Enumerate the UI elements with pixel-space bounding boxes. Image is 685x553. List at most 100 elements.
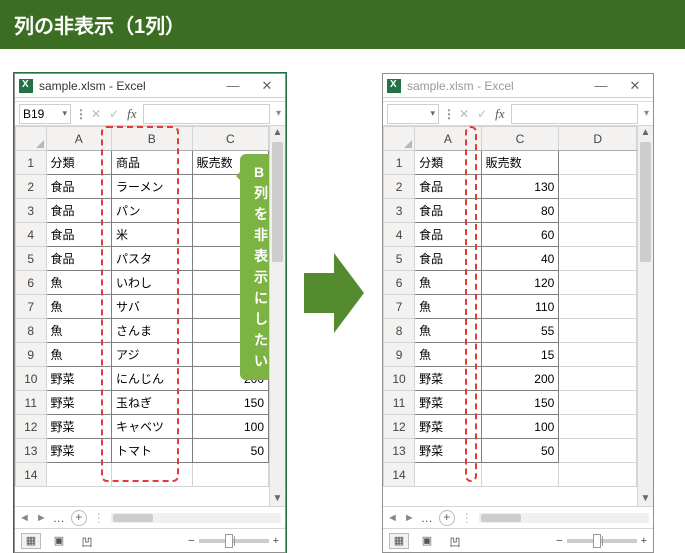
row-header[interactable]: 14	[384, 463, 415, 487]
row-header[interactable]: 14	[16, 463, 47, 487]
cell[interactable]: 110	[481, 295, 559, 319]
cell[interactable]: 野菜	[415, 367, 482, 391]
cell[interactable]: 食品	[415, 223, 482, 247]
row-header[interactable]: 11	[16, 391, 47, 415]
row-header[interactable]: 1	[384, 151, 415, 175]
row-header[interactable]: 8	[384, 319, 415, 343]
cell[interactable]: 玉ねぎ	[111, 391, 192, 415]
cell[interactable]: 150	[192, 391, 268, 415]
tab-nav-next-icon[interactable]: ►	[36, 512, 47, 524]
minimize-button[interactable]: —	[587, 78, 615, 93]
cell[interactable]	[559, 343, 637, 367]
row-header[interactable]: 12	[16, 415, 47, 439]
cell[interactable]: 魚	[46, 271, 111, 295]
name-box[interactable]: B19 ▾	[19, 104, 71, 124]
sheet-tabs-more[interactable]: …	[53, 511, 65, 525]
cell[interactable]: サバ	[111, 295, 192, 319]
scroll-thumb[interactable]	[272, 142, 283, 262]
scroll-up-icon[interactable]: ▲	[270, 126, 285, 140]
column-header[interactable]: A	[46, 127, 111, 151]
row-header[interactable]: 7	[384, 295, 415, 319]
horizontal-scrollbar[interactable]	[479, 513, 649, 523]
cell[interactable]: 80	[481, 199, 559, 223]
cell[interactable]: 魚	[46, 343, 111, 367]
cell[interactable]	[111, 463, 192, 487]
cancel-icon[interactable]: ✕	[89, 107, 103, 121]
scroll-down-icon[interactable]: ▼	[638, 492, 653, 506]
cell[interactable]: 120	[481, 271, 559, 295]
close-button[interactable]: ✕	[621, 78, 649, 94]
row-header[interactable]: 9	[384, 343, 415, 367]
row-header[interactable]: 13	[16, 439, 47, 463]
row-header[interactable]: 3	[16, 199, 47, 223]
cell[interactable]	[559, 199, 637, 223]
formula-expand-icon[interactable]: ▾	[642, 108, 649, 119]
cell[interactable]: さんま	[111, 319, 192, 343]
row-header[interactable]: 2	[16, 175, 47, 199]
row-header[interactable]: 10	[16, 367, 47, 391]
cell[interactable]	[559, 415, 637, 439]
select-all-cell[interactable]	[16, 127, 47, 151]
name-box-dropdown-icon[interactable]: ▾	[62, 108, 67, 119]
cell[interactable]: キャベツ	[111, 415, 192, 439]
row-header[interactable]: 6	[16, 271, 47, 295]
column-header[interactable]: C	[481, 127, 559, 151]
row-header[interactable]: 4	[384, 223, 415, 247]
row-header[interactable]: 9	[16, 343, 47, 367]
cell[interactable]: 魚	[46, 319, 111, 343]
row-header[interactable]: 5	[384, 247, 415, 271]
cell[interactable]: 野菜	[46, 367, 111, 391]
cell[interactable]: 野菜	[46, 391, 111, 415]
cell[interactable]	[559, 463, 637, 487]
cell[interactable]	[559, 151, 637, 175]
cell[interactable]	[481, 463, 559, 487]
cell[interactable]	[559, 295, 637, 319]
cell[interactable]: 食品	[415, 199, 482, 223]
cell[interactable]	[559, 175, 637, 199]
cell[interactable]: 食品	[46, 199, 111, 223]
cell[interactable]: 販売数	[481, 151, 559, 175]
cell[interactable]: 100	[481, 415, 559, 439]
scroll-up-icon[interactable]: ▲	[638, 126, 653, 140]
vertical-scrollbar[interactable]: ▲ ▼	[269, 126, 285, 506]
spreadsheet[interactable]: ACD1分類販売数2食品1303食品804食品605食品406魚1207魚110…	[383, 126, 637, 487]
cell[interactable]: 商品	[111, 151, 192, 175]
scroll-thumb[interactable]	[640, 142, 651, 262]
column-header[interactable]: A	[415, 127, 482, 151]
cell[interactable]: 130	[481, 175, 559, 199]
cell[interactable]: 100	[192, 415, 268, 439]
fx-icon[interactable]: fx	[493, 106, 506, 122]
minimize-button[interactable]: —	[219, 78, 247, 93]
cell[interactable]	[46, 463, 111, 487]
cell[interactable]: 50	[192, 439, 268, 463]
cell[interactable]	[415, 463, 482, 487]
row-header[interactable]: 10	[384, 367, 415, 391]
select-all-cell[interactable]	[384, 127, 415, 151]
cell[interactable]: パン	[111, 199, 192, 223]
add-sheet-button[interactable]: +	[71, 510, 87, 526]
cell[interactable]: いわし	[111, 271, 192, 295]
cell[interactable]	[559, 367, 637, 391]
row-header[interactable]: 13	[384, 439, 415, 463]
formula-input[interactable]	[143, 104, 270, 124]
row-header[interactable]: 1	[16, 151, 47, 175]
cell[interactable]: 60	[481, 223, 559, 247]
column-header[interactable]: D	[559, 127, 637, 151]
tab-nav-next-icon[interactable]: ►	[404, 512, 415, 524]
row-header[interactable]: 2	[384, 175, 415, 199]
cell[interactable]: 米	[111, 223, 192, 247]
fx-icon[interactable]: fx	[125, 106, 138, 122]
cell[interactable]: 55	[481, 319, 559, 343]
cell[interactable]: 分類	[46, 151, 111, 175]
cell[interactable]: 魚	[415, 271, 482, 295]
cell[interactable]: アジ	[111, 343, 192, 367]
cell[interactable]: 150	[481, 391, 559, 415]
cell[interactable]: 50	[481, 439, 559, 463]
cell[interactable]	[559, 439, 637, 463]
name-box[interactable]: ▾	[387, 104, 439, 124]
row-header[interactable]: 6	[384, 271, 415, 295]
cell[interactable]: 食品	[415, 175, 482, 199]
cell[interactable]: 野菜	[46, 415, 111, 439]
cell[interactable]: 野菜	[415, 439, 482, 463]
cell[interactable]: 野菜	[415, 415, 482, 439]
